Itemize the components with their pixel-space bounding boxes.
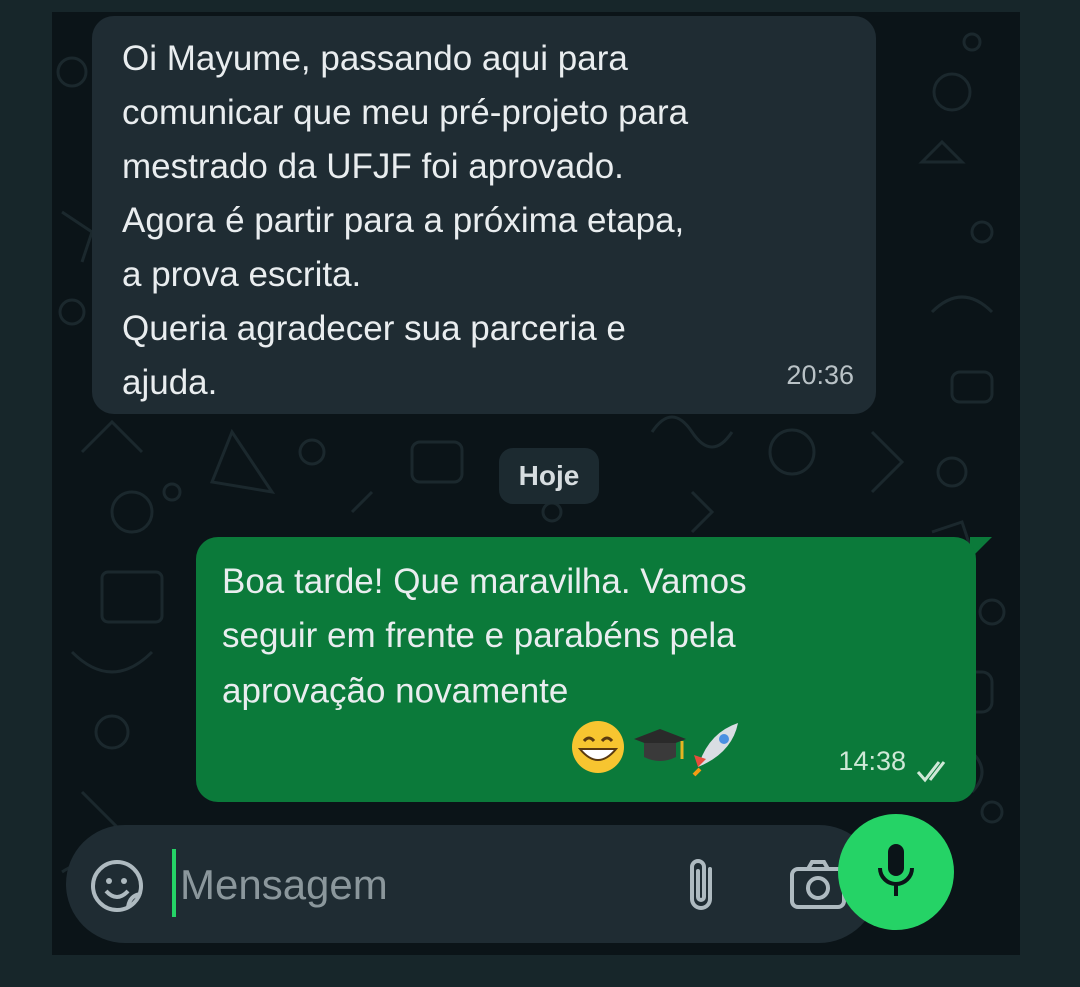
- outgoing-message[interactable]: Boa tarde! Que maravilha. Vamos seguir e…: [196, 537, 976, 802]
- message-composer: [66, 825, 878, 943]
- incoming-message[interactable]: Oi Mayume, passando aqui para comunicar …: [92, 16, 876, 414]
- text-cursor: [172, 849, 176, 917]
- graduation-cap-icon: [634, 729, 687, 761]
- microphone-icon: [878, 844, 914, 896]
- microphone-button[interactable]: [838, 814, 954, 930]
- message-input[interactable]: [178, 849, 662, 921]
- sticker-icon[interactable]: [88, 857, 146, 915]
- emoji-icons: [572, 721, 739, 777]
- emoji-group: [568, 663, 748, 777]
- message-time: 14:38: [838, 746, 906, 776]
- rocket-icon: [692, 723, 739, 777]
- grinning-face-icon: [572, 721, 625, 773]
- message-time: 20:36: [786, 360, 854, 390]
- screen: Oi Mayume, passando aqui para comunicar …: [0, 0, 1080, 987]
- paperclip-icon[interactable]: [680, 855, 726, 915]
- date-separator: Hoje: [499, 448, 599, 504]
- chat-area: Oi Mayume, passando aqui para comunicar …: [52, 12, 1020, 955]
- message-text: Oi Mayume, passando aqui para comunicar …: [122, 39, 689, 402]
- read-double-check-icon: [916, 761, 946, 783]
